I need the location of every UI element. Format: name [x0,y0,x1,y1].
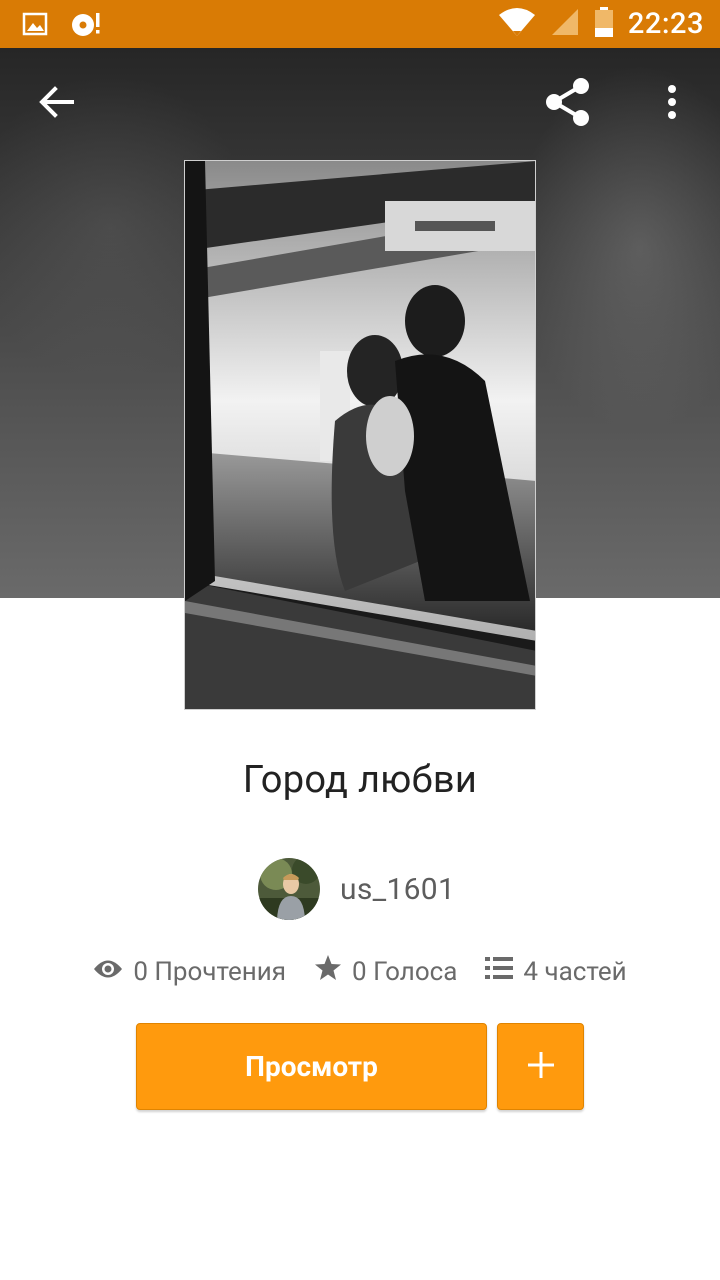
battery-icon [594,6,614,42]
download-notification-icon [70,10,104,42]
votes-stat: 0 Голоса [314,954,457,989]
add-to-library-button[interactable] [497,1023,584,1110]
author-link[interactable]: us_1601 [258,858,455,920]
star-icon [314,954,342,989]
read-button[interactable]: Просмотр [136,1023,487,1110]
story-cover-image[interactable] [184,160,536,710]
more-options-button[interactable] [650,80,694,128]
parts-count[interactable]: 4 частей [523,957,626,987]
story-title: Город любви [242,758,478,802]
back-arrow-icon [36,82,76,126]
plus-icon [526,1050,556,1084]
reads-stat: 0 Прочтения [93,954,286,989]
author-name[interactable]: us_1601 [340,872,455,907]
signal-icon [550,7,580,41]
author-avatar[interactable] [258,858,320,920]
votes-count: 0 Голоса [352,956,458,987]
list-icon [485,956,514,987]
story-stats: 0 Прочтения 0 Голоса 4 частей [0,954,720,989]
eye-icon [93,957,123,987]
image-notification-icon [22,11,48,41]
status-bar: 22:23 [0,0,720,48]
share-icon [542,76,594,132]
reads-count: 0 Прочтения [133,956,287,987]
parts-stat[interactable]: 4 частей [485,954,627,989]
status-clock: 22:23 [627,7,704,41]
wifi-icon [498,7,536,41]
share-button[interactable] [540,78,596,130]
more-vert-icon [666,84,678,124]
back-button[interactable] [28,82,84,126]
